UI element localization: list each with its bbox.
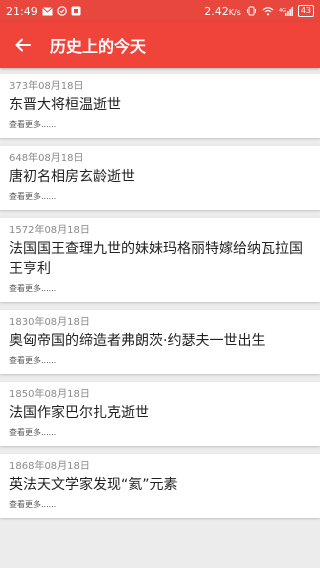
page-title: 历史上的今天 <box>50 37 147 56</box>
event-card[interactable]: 1850年08月18日 法国作家巴尔扎克逝世 查看更多...... <box>0 382 320 446</box>
event-card[interactable]: 373年08月18日 东晋大将桓温逝世 查看更多...... <box>0 74 320 138</box>
view-more-link[interactable]: 查看更多...... <box>9 191 312 203</box>
view-more-link[interactable]: 查看更多...... <box>9 119 312 131</box>
vibrate-icon <box>246 6 257 16</box>
status-right: 2.42K/s 4G 43 <box>204 5 314 18</box>
screen: 21:49 2.42K/s 4G 43 历史上的今天 373年08月18日 东晋… <box>0 0 320 568</box>
network-speed-value: 2.42 <box>204 4 229 18</box>
event-card[interactable]: 1830年08月18日 奥匈帝国的缔造者弗朗茨·约瑟夫一世出生 查看更多....… <box>0 310 320 374</box>
view-more-link[interactable]: 查看更多...... <box>9 355 312 367</box>
check-circle-icon <box>56 6 67 16</box>
signal-icon: 4G <box>279 6 293 16</box>
event-list: 373年08月18日 东晋大将桓温逝世 查看更多...... 648年08月18… <box>0 68 320 518</box>
wifi-icon <box>262 6 274 16</box>
event-card[interactable]: 1868年08月18日 英法天文学家发现“氦”元素 查看更多...... <box>0 454 320 518</box>
event-card[interactable]: 1572年08月18日 法国国王查理九世的妹妹玛格丽特嫁给纳瓦拉国王亨利 查看更… <box>0 218 320 302</box>
view-more-link[interactable]: 查看更多...... <box>9 283 312 295</box>
event-title: 东晋大将桓温逝世 <box>9 97 121 113</box>
event-date: 648年08月18日 <box>9 153 84 164</box>
event-date: 1830年08月18日 <box>9 317 90 328</box>
arrow-left-icon <box>15 38 31 52</box>
mail-icon <box>41 6 53 16</box>
event-date: 1572年08月18日 <box>9 225 90 236</box>
view-more-link[interactable]: 查看更多...... <box>9 427 312 439</box>
event-title: 英法天文学家发现“氦”元素 <box>9 477 178 493</box>
view-more-link[interactable]: 查看更多...... <box>9 499 312 511</box>
status-bar: 21:49 2.42K/s 4G 43 <box>0 0 320 22</box>
event-date: 1868年08月18日 <box>9 461 90 472</box>
event-card[interactable]: 648年08月18日 唐初名相房玄龄逝世 查看更多...... <box>0 146 320 210</box>
app-notification-icon <box>71 6 81 16</box>
network-speed-unit: K/s <box>228 7 241 17</box>
event-date: 1850年08月18日 <box>9 389 90 400</box>
event-title: 法国国王查理九世的妹妹玛格丽特嫁给纳瓦拉国王亨利 <box>9 241 303 277</box>
app-bar: 历史上的今天 <box>0 22 320 68</box>
battery-icon: 43 <box>297 5 314 17</box>
back-button[interactable] <box>0 22 46 68</box>
battery-level: 43 <box>300 6 311 15</box>
event-title: 唐初名相房玄龄逝世 <box>9 169 135 185</box>
status-left: 21:49 <box>6 5 81 18</box>
event-title: 法国作家巴尔扎克逝世 <box>9 405 149 421</box>
event-title: 奥匈帝国的缔造者弗朗茨·约瑟夫一世出生 <box>9 333 266 349</box>
status-time: 21:49 <box>6 4 38 18</box>
event-date: 373年08月18日 <box>9 81 84 92</box>
network-speed: 2.42K/s <box>204 5 241 18</box>
